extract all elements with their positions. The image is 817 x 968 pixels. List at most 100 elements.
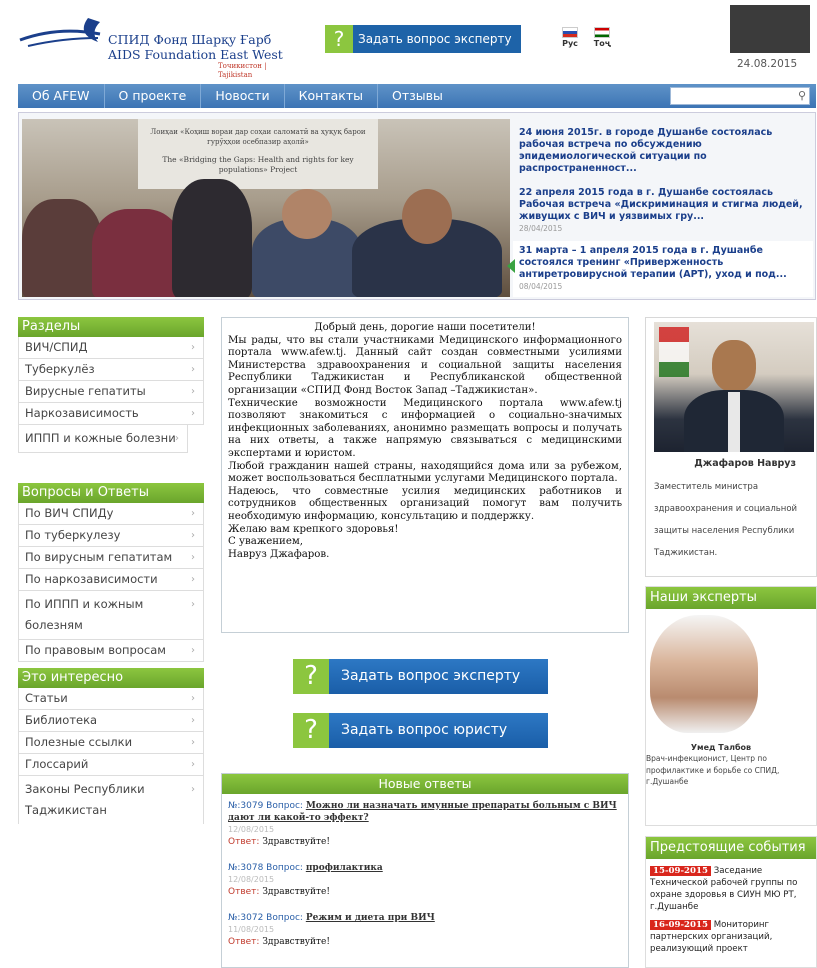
nav-news[interactable]: Новости — [201, 84, 285, 108]
ask-lawyer-button[interactable]: ? Задать вопрос юристу — [293, 713, 548, 748]
new-answers-panel: Новые ответы №:3079 Вопрос: Можно ли наз… — [221, 773, 629, 968]
question-label: Вопрос: — [266, 801, 303, 811]
sidebar-item-qa-tb[interactable]: По туберкулезу › — [18, 525, 204, 547]
slider-news-item[interactable]: 22 апреля 2015 года в г. Душанбе состоял… — [513, 183, 813, 239]
slider-news-date: 28/04/2015 — [519, 224, 563, 233]
welcome-paragraph: Технические возможности Медицинского пор… — [228, 397, 622, 459]
sidebar-item-qa-hepatitis[interactable]: По вирусным гепатитам › — [18, 547, 204, 569]
sidebar-item-qa-sti[interactable]: По ИППП и кожным болезням › — [18, 591, 204, 640]
chevron-right-icon: › — [191, 715, 195, 726]
current-date: 24.08.2015 — [737, 58, 798, 70]
slider-news-title: 31 марта – 1 апреля 2015 года в г. Душан… — [519, 245, 787, 280]
answer-label: Ответ: — [228, 887, 260, 897]
sidebar-item-label: Законы Республики Таджикистан — [25, 782, 145, 817]
nav-reviews[interactable]: Отзывы — [378, 84, 457, 108]
search-input[interactable]: ⚲ — [670, 87, 810, 105]
sidebar-item-sti[interactable]: ИППП и кожные болезни › — [18, 425, 188, 453]
welcome-paragraph: Любой гражданин нашей страны, находящийс… — [228, 460, 622, 485]
sidebar-item-glossary[interactable]: Глоссарий › — [18, 754, 204, 776]
answer-date: 12/08/2015 — [228, 825, 275, 834]
minister-photo — [654, 322, 814, 452]
sidebar-item-articles[interactable]: Статьи › — [18, 688, 204, 710]
minister-name: Джафаров Навруз — [694, 458, 796, 469]
banner-line1: Лоиҳаи «Коҳиш вораи дар соҳаи саломатӣ в… — [150, 128, 366, 146]
event-item[interactable]: 15-09-2015 Заседание Технической рабочей… — [646, 865, 816, 913]
question-link[interactable]: Режим и диета при ВИЧ — [306, 913, 435, 923]
slider-photo[interactable]: Лоиҳаи «Коҳиш вораи дар соҳаи саломатӣ в… — [22, 119, 510, 297]
slider-news-title: 24 июня 2015г. в городе Душанбе состояла… — [519, 127, 773, 174]
sidebar-item-hiv[interactable]: ВИЧ/СПИД › — [18, 337, 204, 359]
ask-expert-top-label: Задать вопрос эксперту — [353, 25, 521, 53]
sidebar-item-laws[interactable]: Законы Республики Таджикистан › — [18, 776, 204, 824]
question-mark-icon: ? — [293, 659, 329, 694]
answer-text: Здравствуйте! — [262, 837, 330, 847]
qa-head: Вопросы и Ответы — [18, 483, 204, 503]
chevron-right-icon: › — [191, 364, 195, 375]
person-silhouette — [282, 189, 332, 239]
ask-expert-top-button[interactable]: ? Задать вопрос эксперту — [325, 25, 521, 53]
welcome-paragraph: С уважением, — [228, 536, 304, 548]
sidebar-item-library[interactable]: Библиотека › — [18, 710, 204, 732]
chevron-right-icon: › — [191, 408, 195, 419]
interesting-menu: Это интересно Статьи › Библиотека › Полезн… — [18, 668, 204, 824]
sidebar-item-tb[interactable]: Туберкулёз › — [18, 359, 204, 381]
sidebar-item-label: Полезные ссылки — [25, 735, 133, 749]
sidebar-item-addiction[interactable]: Наркозависимость › — [18, 403, 204, 425]
chevron-right-icon: › — [191, 645, 195, 656]
sections-head: Разделы — [18, 317, 204, 337]
person-silhouette — [402, 189, 452, 244]
ask-lawyer-label: Задать вопрос юристу — [329, 713, 548, 748]
expert-photo[interactable] — [650, 615, 758, 733]
chevron-right-icon: › — [191, 574, 195, 585]
expert-name[interactable]: Умед Талбов — [646, 743, 796, 752]
sidebar-item-label: По наркозависимости — [25, 572, 158, 586]
welcome-message: Добрый день, дорогие наши посетители! Мы… — [221, 317, 629, 633]
welcome-signature: Навруз Джафаров. — [228, 548, 330, 560]
chevron-right-icon: › — [191, 784, 195, 795]
slider-news-item-active[interactable]: 31 марта – 1 апреля 2015 года в г. Душан… — [513, 241, 813, 297]
chevron-right-icon: › — [191, 693, 195, 704]
answer-item: №:3079 Вопрос: Можно ли назначать имунны… — [222, 800, 628, 848]
site-header: СПИД Фонд Шарқу Ғарб AIDS Foundation Eas… — [0, 0, 817, 80]
sidebar-item-qa-legal[interactable]: По правовым вопросам › — [18, 640, 204, 662]
question-link[interactable]: профилактика — [306, 863, 383, 873]
logo-line1: СПИД Фонд Шарқу Ғарб — [108, 32, 272, 47]
sidebar-item-label: Глоссарий — [25, 757, 89, 771]
answer-label: Ответ: — [228, 837, 260, 847]
sidebar-item-label: Статьи — [25, 691, 68, 705]
question-label: Вопрос: — [266, 913, 303, 923]
answer-date: 11/08/2015 — [228, 925, 275, 934]
answer-text: Здравствуйте! — [262, 937, 330, 947]
sidebar-item-label: ВИЧ/СПИД — [25, 340, 88, 354]
lang-ru-link[interactable]: Рус — [558, 27, 582, 48]
sidebar-item-links[interactable]: Полезные ссылки › — [18, 732, 204, 754]
sidebar-item-label: Вирусные гепатиты — [25, 384, 146, 398]
chevron-right-icon: › — [191, 530, 195, 541]
sidebar-item-label: По ВИЧ СПИДу — [25, 506, 114, 520]
sidebar-item-hepatitis[interactable]: Вирусные гепатиты › — [18, 381, 204, 403]
expert-desc: Врач-инфекционист, Центр по профилактике… — [646, 754, 780, 786]
main-nav: Об AFEW О проекте Новости Контакты Отзыв… — [18, 84, 816, 108]
ask-expert-button[interactable]: ? Задать вопрос эксперту — [293, 659, 548, 694]
banner-line2: The «Bridging the Gaps: Health and right… — [162, 155, 354, 174]
lang-tj-label: Тоҷ — [593, 39, 611, 48]
sidebar-item-qa-addiction[interactable]: По наркозависимости › — [18, 569, 204, 591]
slider-news-item[interactable]: 24 июня 2015г. в городе Душанбе состояла… — [513, 123, 813, 179]
chevron-right-icon: › — [191, 342, 195, 353]
afew-logo[interactable]: СПИД Фонд Шарқу Ғарб AIDS Foundation Eas… — [18, 12, 288, 79]
nav-contacts[interactable]: Контакты — [285, 84, 378, 108]
search-icon[interactable]: ⚲ — [798, 89, 806, 102]
welcome-paragraph: Мы рады, что вы стали участниками Медици… — [228, 334, 622, 396]
lang-tj-link[interactable]: Тоҷ — [590, 27, 614, 48]
event-item[interactable]: 16-09-2015 Мониторинг партнерских органи… — [646, 919, 816, 955]
answer-text: Здравствуйте! — [262, 887, 330, 897]
news-slider: Лоиҳаи «Коҳиш вораи дар соҳаи саломатӣ в… — [18, 112, 816, 300]
nav-about[interactable]: Об AFEW — [18, 84, 105, 108]
slider-news-title: 22 апреля 2015 года в г. Душанбе состоял… — [519, 187, 803, 222]
sidebar-item-label: По ИППП и кожным болезням — [25, 597, 144, 632]
slider-news-date: 08/04/2015 — [519, 282, 563, 291]
slider-active-arrow-icon — [507, 259, 515, 273]
question-mark-icon: ? — [325, 25, 353, 53]
sidebar-item-qa-hiv[interactable]: По ВИЧ СПИДу › — [18, 503, 204, 525]
nav-project[interactable]: О проекте — [105, 84, 202, 108]
